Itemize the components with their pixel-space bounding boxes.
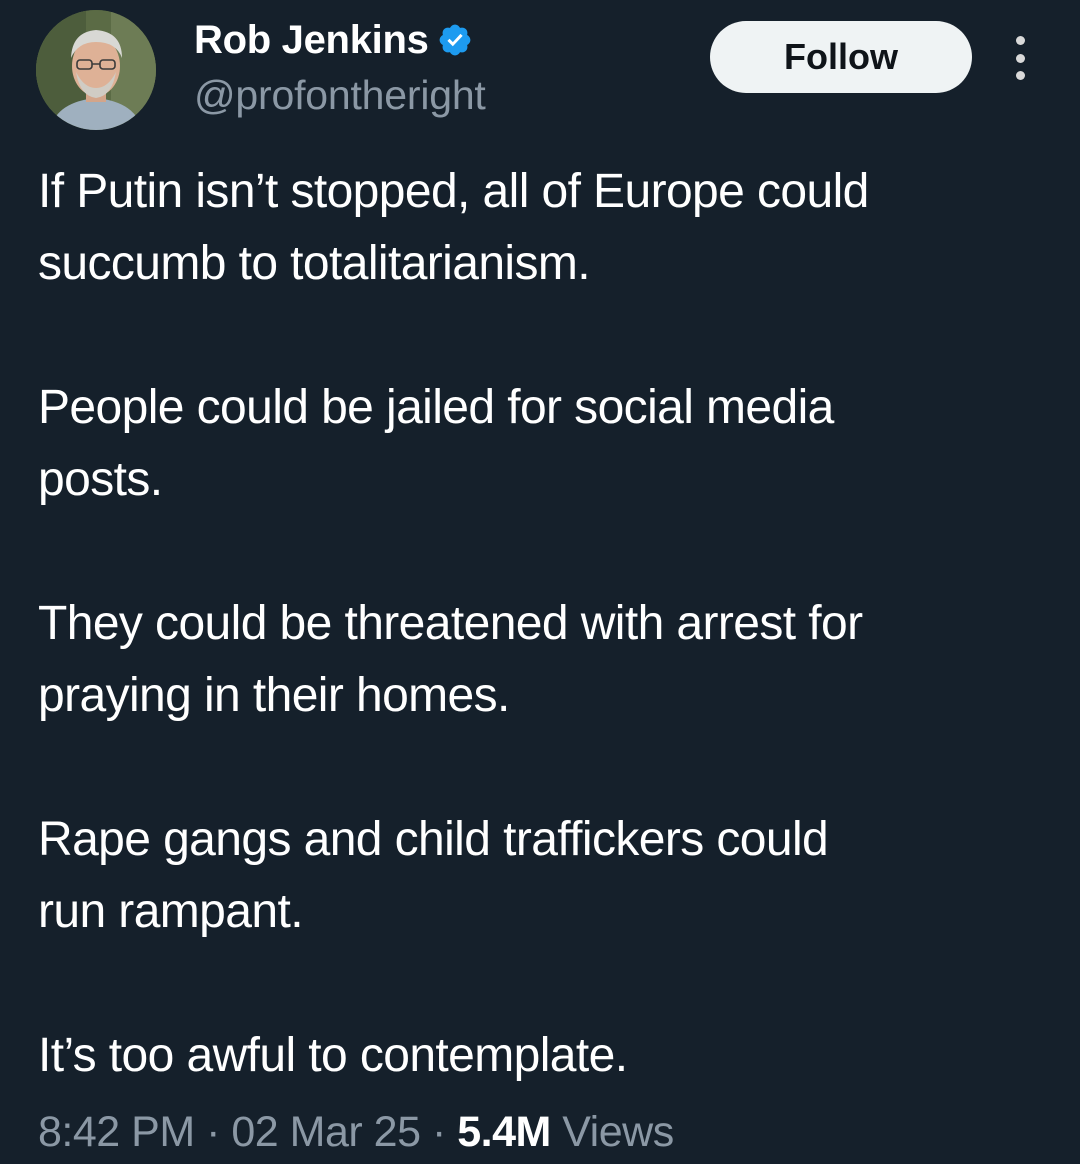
meta-separator: · [431, 1108, 446, 1156]
tweet-paragraph: Rape gangs and child traffickers could r… [38, 813, 829, 938]
author-info: Rob Jenkins @profontheright [194, 14, 486, 119]
follow-button[interactable]: Follow [710, 21, 972, 93]
avatar-image [36, 10, 156, 130]
more-dot [1015, 71, 1025, 80]
tweet-paragraph: It’s too awful to contemplate. [38, 1029, 628, 1082]
tweet-date[interactable]: 02 Mar 25 [231, 1108, 421, 1156]
tweet-card: Rob Jenkins @profontheright Follow If Pu… [0, 0, 1080, 1164]
handle[interactable]: @profontheright [194, 72, 486, 119]
more-dot [1015, 36, 1025, 45]
avatar[interactable] [36, 10, 156, 130]
tweet-paragraph: If Putin isn’t stopped, all of Europe co… [38, 165, 869, 290]
tweet-text: If Putin isn’t stopped, all of Europe co… [38, 156, 1048, 1092]
tweet-paragraph: They could be threatened with arrest for… [38, 597, 863, 722]
views-count[interactable]: 5.4M [457, 1108, 551, 1156]
tweet-meta: 8:42 PM · 02 Mar 25 · 5.4M Views [38, 1108, 674, 1157]
views-label: Views [562, 1108, 674, 1156]
tweet-time[interactable]: 8:42 PM [38, 1108, 195, 1156]
name-row: Rob Jenkins [194, 14, 486, 66]
verified-badge-icon[interactable] [437, 22, 473, 58]
meta-separator: · [206, 1108, 220, 1156]
display-name[interactable]: Rob Jenkins [194, 18, 429, 63]
more-dot [1015, 53, 1025, 63]
tweet-paragraph: People could be jailed for social media … [38, 381, 834, 506]
more-vertical-icon[interactable] [1006, 36, 1034, 80]
